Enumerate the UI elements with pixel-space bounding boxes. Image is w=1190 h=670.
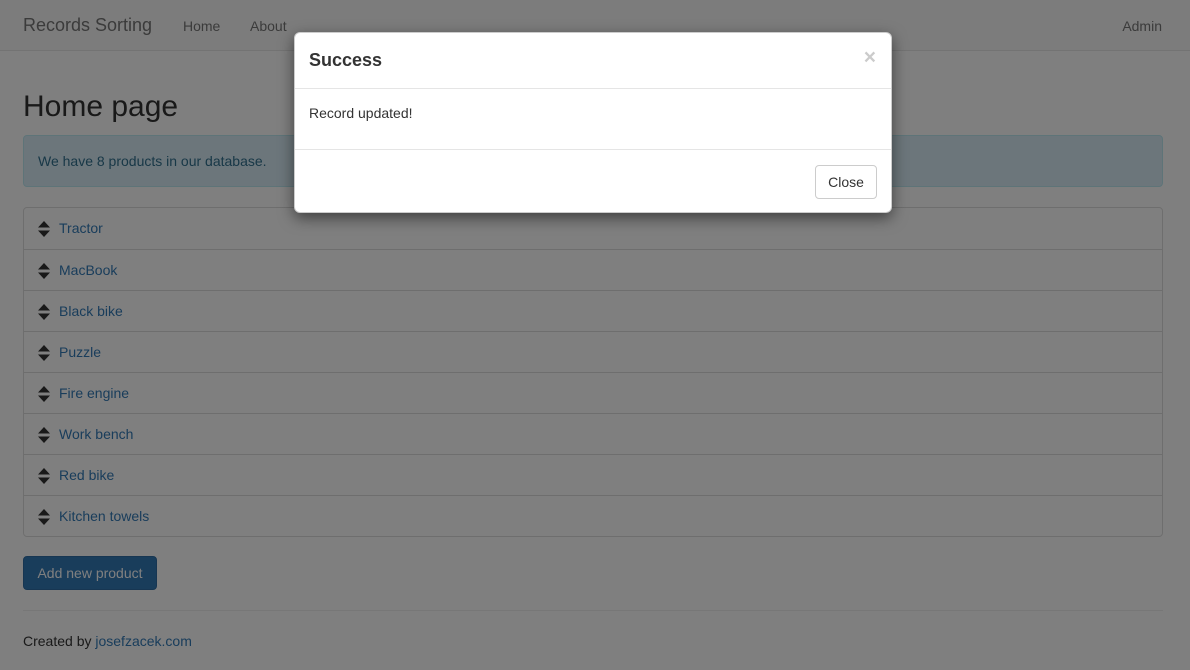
modal-message: Record updated! — [309, 105, 413, 121]
modal-title: Success — [309, 50, 383, 70]
close-icon[interactable]: × — [864, 47, 876, 68]
modal-footer: Close — [295, 149, 891, 213]
success-modal: Success × Record updated! Close — [294, 32, 892, 213]
modal-header: Success × — [295, 33, 891, 89]
close-button[interactable]: Close — [815, 165, 877, 199]
